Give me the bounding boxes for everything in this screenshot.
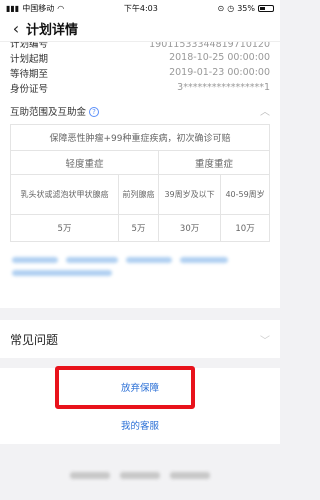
detail-label: 计划编号: [10, 42, 49, 50]
customer-service-button[interactable]: 我的客服: [0, 406, 280, 444]
coverage-description: 保障恶性肿瘤+99种重症疾病，初次确诊可赔: [10, 124, 270, 151]
detail-value: 3*****************1: [177, 82, 270, 93]
blurred-link[interactable]: [12, 270, 112, 276]
sub-category: 前列腺癌: [117, 174, 160, 215]
wifi-icon: ◠: [57, 3, 65, 13]
blurred-link[interactable]: [126, 257, 172, 263]
blurred-footer-logo: [120, 471, 160, 479]
sub-category: 乳头状或滤泡状甲状腺癌: [10, 174, 119, 215]
detail-label: 身份证号: [10, 83, 49, 95]
sub-category: 40-59周岁: [220, 174, 270, 215]
amount-cell: 10万: [220, 214, 270, 242]
amount-cell: 30万: [158, 214, 222, 242]
detail-value: 2018-10-25 00:00:00: [169, 52, 270, 63]
amount-cell: 5万: [10, 214, 119, 242]
detail-label: 计划起期: [10, 53, 49, 65]
detail-row-plan-number: 计划编号 19011533344819710120: [10, 42, 270, 50]
chevron-up-icon[interactable]: ︿: [260, 103, 270, 118]
section-title: 互助范围及互助金: [10, 106, 87, 118]
severe-category: 重度重症: [158, 150, 270, 175]
detail-value: 2019-01-23 00:00:00: [169, 67, 270, 78]
blurred-links: [0, 248, 280, 308]
battery-percent: 35%: [237, 3, 255, 13]
signal-icon: ▮▮▮: [6, 3, 20, 13]
detail-label: 等待期至: [10, 68, 49, 80]
amount-cell: 5万: [117, 214, 160, 242]
blurred-footer-logo: [70, 471, 110, 479]
detail-row-id-number: 身份证号 3*****************1: [10, 80, 270, 95]
blurred-link[interactable]: [12, 257, 58, 263]
coverage-table-container: 保障恶性肿瘤+99种重症疾病，初次确诊可赔 轻度重症 重度重症 乳头状或滤泡状甲…: [0, 122, 280, 248]
detail-row-waiting-until: 等待期至 2019-01-23 00:00:00: [10, 65, 270, 80]
coverage-table: 保障恶性肿瘤+99种重症疾病，初次确诊可赔 轻度重症 重度重症 乳头状或滤泡状甲…: [9, 124, 270, 242]
page-title: 计划详情: [26, 23, 79, 38]
actions-panel: 放弃保障 我的客服: [0, 368, 280, 444]
abandon-coverage-button[interactable]: 放弃保障: [0, 368, 280, 406]
blurred-link[interactable]: [66, 257, 118, 263]
mild-category: 轻度重症: [9, 150, 160, 175]
nav-bar: ‹ 计划详情: [0, 16, 280, 42]
detail-value: 19011533344819710120: [149, 42, 270, 50]
orientation-lock-icon: ⊙: [217, 3, 225, 13]
status-bar: ▮▮▮ 中国移动 ◠ 下午4:03 ⊙ ◷ 35%: [0, 0, 280, 16]
footer-logos: [0, 465, 280, 485]
faq-row[interactable]: 常见问题 ﹀: [0, 320, 280, 358]
chevron-down-icon[interactable]: ﹀: [260, 332, 270, 347]
sub-category: 39周岁及以下: [158, 174, 222, 215]
detail-row-start-date: 计划起期 2018-10-25 00:00:00: [10, 50, 270, 65]
battery-icon: [257, 4, 274, 12]
faq-title: 常见问题: [10, 332, 59, 347]
blurred-link[interactable]: [180, 257, 228, 263]
clock: 下午4:03: [123, 3, 158, 13]
plan-details: 计划编号 19011533344819710120 计划起期 2018-10-2…: [0, 42, 280, 95]
back-arrow-icon[interactable]: ‹: [8, 19, 24, 39]
alarm-icon: ◷: [227, 3, 235, 13]
coverage-section-header[interactable]: 互助范围及互助金? ︿: [0, 95, 280, 122]
carrier: 中国移动: [22, 3, 55, 13]
blurred-footer-logo: [170, 471, 210, 479]
help-icon[interactable]: ?: [89, 107, 100, 117]
